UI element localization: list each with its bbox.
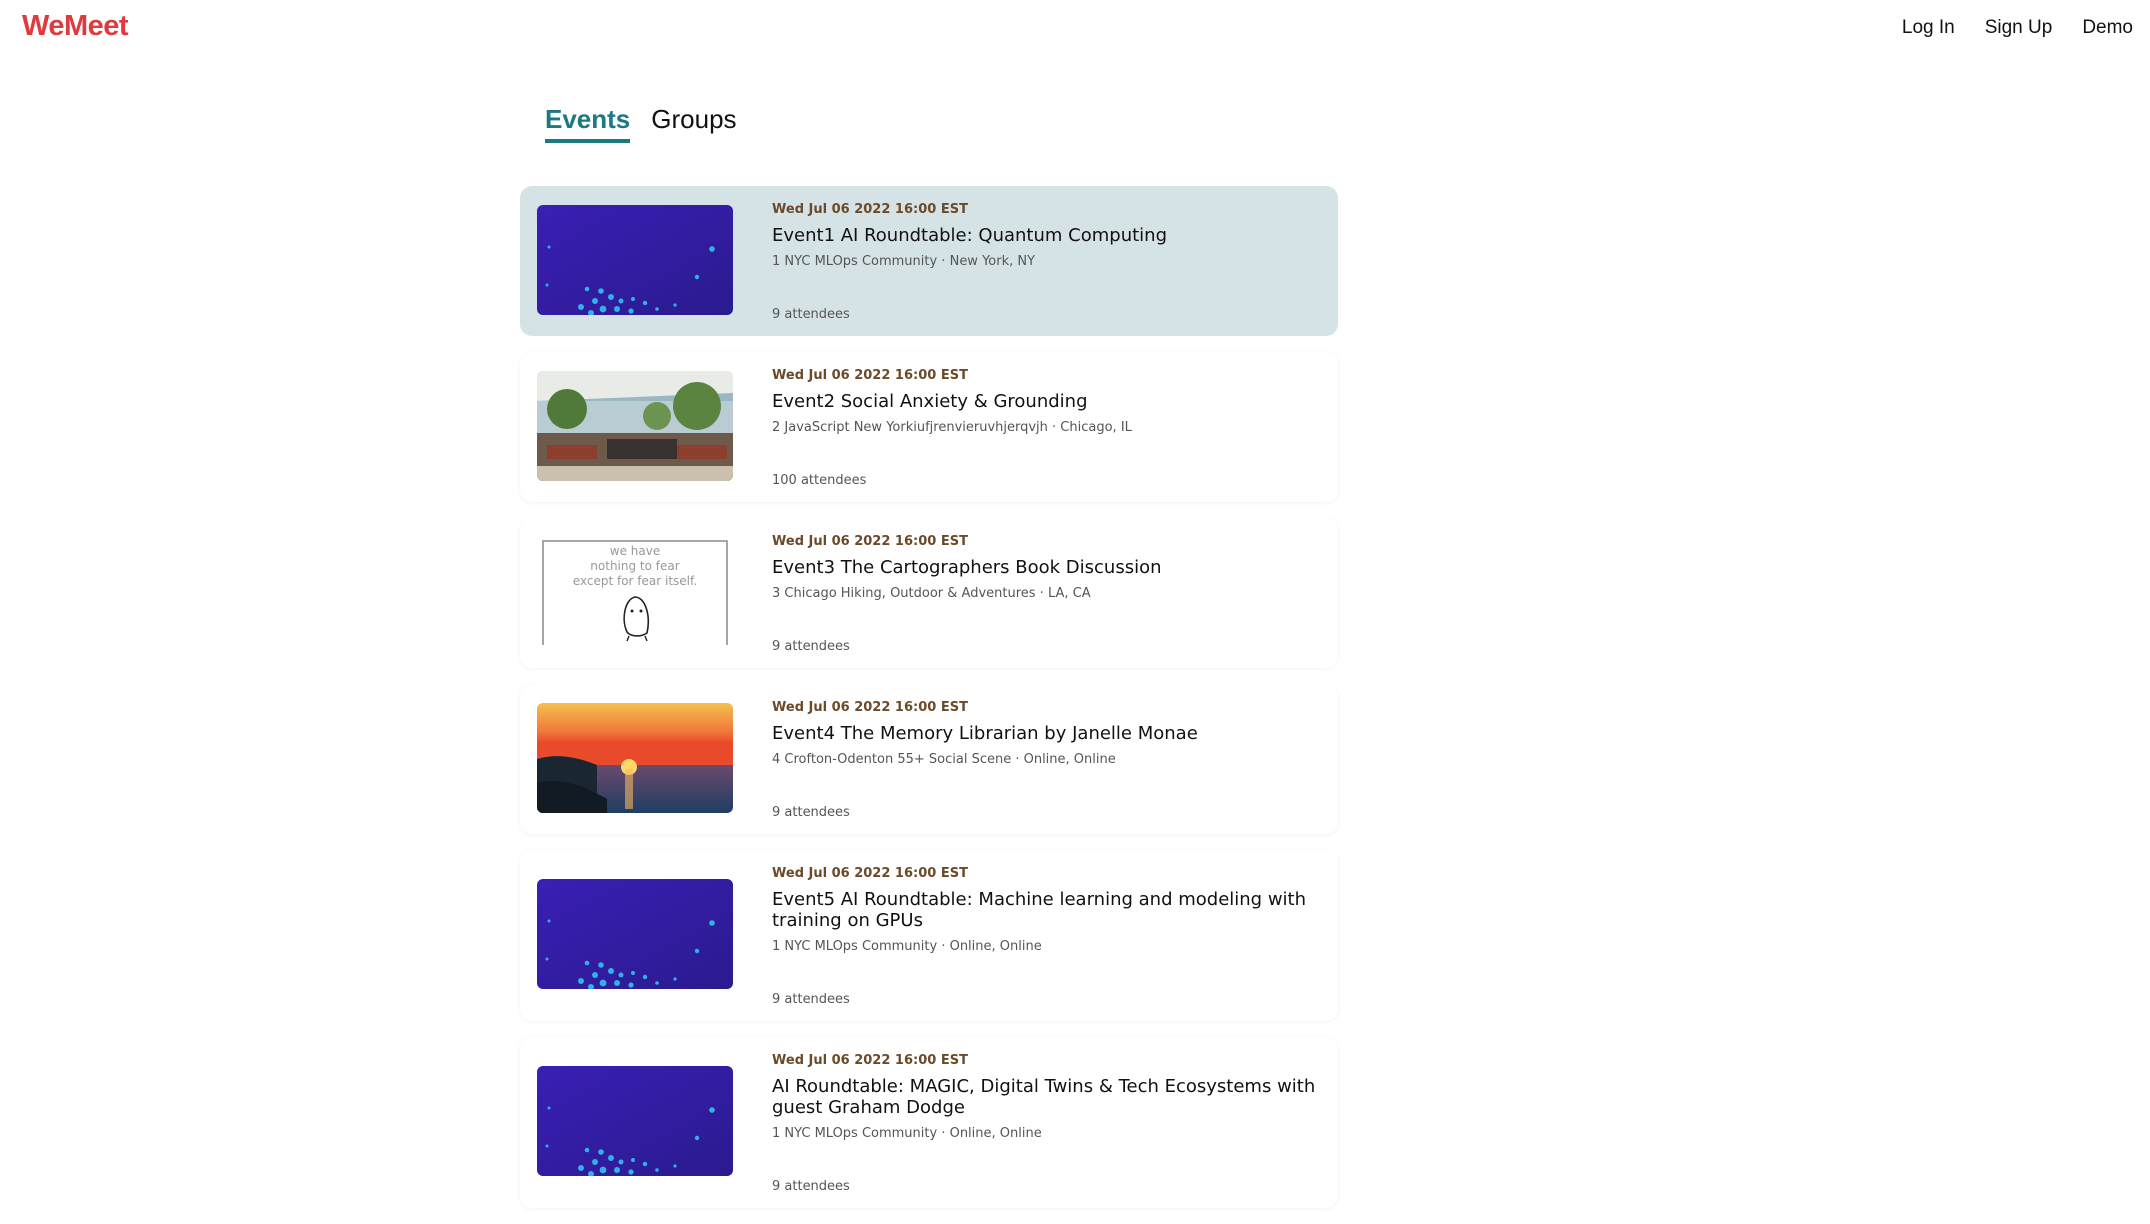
event-date: Wed Jul 06 2022 16:00 EST <box>772 1053 968 1068</box>
top-nav: Log In Sign Up Demo <box>1902 17 2133 39</box>
event-title[interactable]: Event4 The Memory Librarian by Janelle M… <box>772 723 1318 744</box>
event-list: Wed Jul 06 2022 16:00 EST Event1 AI Roun… <box>520 186 1338 1224</box>
event-info: Wed Jul 06 2022 16:00 EST AI Roundtable:… <box>772 1053 1318 1141</box>
tab-groups[interactable]: Groups <box>651 104 736 143</box>
event-attendees: 9 attendees <box>772 307 850 322</box>
event-info: Wed Jul 06 2022 16:00 EST Event5 AI Roun… <box>772 866 1318 954</box>
event-title[interactable]: Event1 AI Roundtable: Quantum Computing <box>772 225 1318 246</box>
event-card[interactable]: Wed Jul 06 2022 16:00 EST Event2 Social … <box>520 352 1338 502</box>
image-quote-line-3: except for fear itself. <box>573 574 697 588</box>
wemeet-logo[interactable]: WeMeet <box>22 10 129 43</box>
event-card[interactable]: we have nothing to fear except for fear … <box>520 518 1338 668</box>
event-group-location: 1 NYC MLOps Community · New York, NY <box>772 254 1036 269</box>
event-date: Wed Jul 06 2022 16:00 EST <box>772 700 968 715</box>
event-image <box>537 1066 733 1176</box>
event-info: Wed Jul 06 2022 16:00 EST Event1 AI Roun… <box>772 202 1318 269</box>
event-title[interactable]: Event2 Social Anxiety & Grounding <box>772 391 1318 412</box>
event-card[interactable]: Wed Jul 06 2022 16:00 EST Event1 AI Roun… <box>520 186 1338 336</box>
event-image <box>537 703 733 813</box>
event-date: Wed Jul 06 2022 16:00 EST <box>772 534 968 549</box>
demo-link[interactable]: Demo <box>2082 17 2133 39</box>
event-card[interactable]: Wed Jul 06 2022 16:00 EST Event4 The Mem… <box>520 684 1338 834</box>
image-quote-line-2: nothing to fear <box>590 559 679 573</box>
event-image <box>537 205 733 315</box>
event-attendees: 9 attendees <box>772 805 850 820</box>
event-title[interactable]: Event5 AI Roundtable: Machine learning a… <box>772 889 1318 931</box>
image-quote-line-1: we have <box>610 544 660 558</box>
event-attendees: 9 attendees <box>772 639 850 654</box>
event-attendees: 9 attendees <box>772 1179 850 1194</box>
event-group-location: 4 Crofton-Odenton 55+ Social Scene · Onl… <box>772 752 1116 767</box>
event-image: we have nothing to fear except for fear … <box>537 537 733 647</box>
event-group-location: 2 JavaScript New Yorkiufjrenvieruvhjerqv… <box>772 420 1132 435</box>
event-date: Wed Jul 06 2022 16:00 EST <box>772 866 968 881</box>
event-attendees: 100 attendees <box>772 473 867 488</box>
event-image <box>537 879 733 989</box>
event-image <box>537 371 733 481</box>
view-tabs: Events Groups <box>545 104 737 143</box>
event-attendees: 9 attendees <box>772 992 850 1007</box>
event-card[interactable]: Wed Jul 06 2022 16:00 EST AI Roundtable:… <box>520 1037 1338 1208</box>
login-link[interactable]: Log In <box>1902 17 1955 39</box>
event-title[interactable]: AI Roundtable: MAGIC, Digital Twins & Te… <box>772 1076 1318 1118</box>
event-info: Wed Jul 06 2022 16:00 EST Event2 Social … <box>772 368 1318 435</box>
signup-link[interactable]: Sign Up <box>1985 17 2053 39</box>
event-group-location: 1 NYC MLOps Community · Online, Online <box>772 939 1042 954</box>
event-group-location: 3 Chicago Hiking, Outdoor & Adventures ·… <box>772 586 1091 601</box>
tab-events[interactable]: Events <box>545 104 631 143</box>
event-info: Wed Jul 06 2022 16:00 EST Event4 The Mem… <box>772 700 1318 767</box>
top-bar: WeMeet Log In Sign Up Demo <box>0 0 2150 60</box>
event-title[interactable]: Event3 The Cartographers Book Discussion <box>772 557 1318 578</box>
event-date: Wed Jul 06 2022 16:00 EST <box>772 202 968 217</box>
event-info: Wed Jul 06 2022 16:00 EST Event3 The Car… <box>772 534 1318 601</box>
event-date: Wed Jul 06 2022 16:00 EST <box>772 368 968 383</box>
event-group-location: 1 NYC MLOps Community · Online, Online <box>772 1126 1042 1141</box>
event-card[interactable]: Wed Jul 06 2022 16:00 EST Event5 AI Roun… <box>520 850 1338 1021</box>
